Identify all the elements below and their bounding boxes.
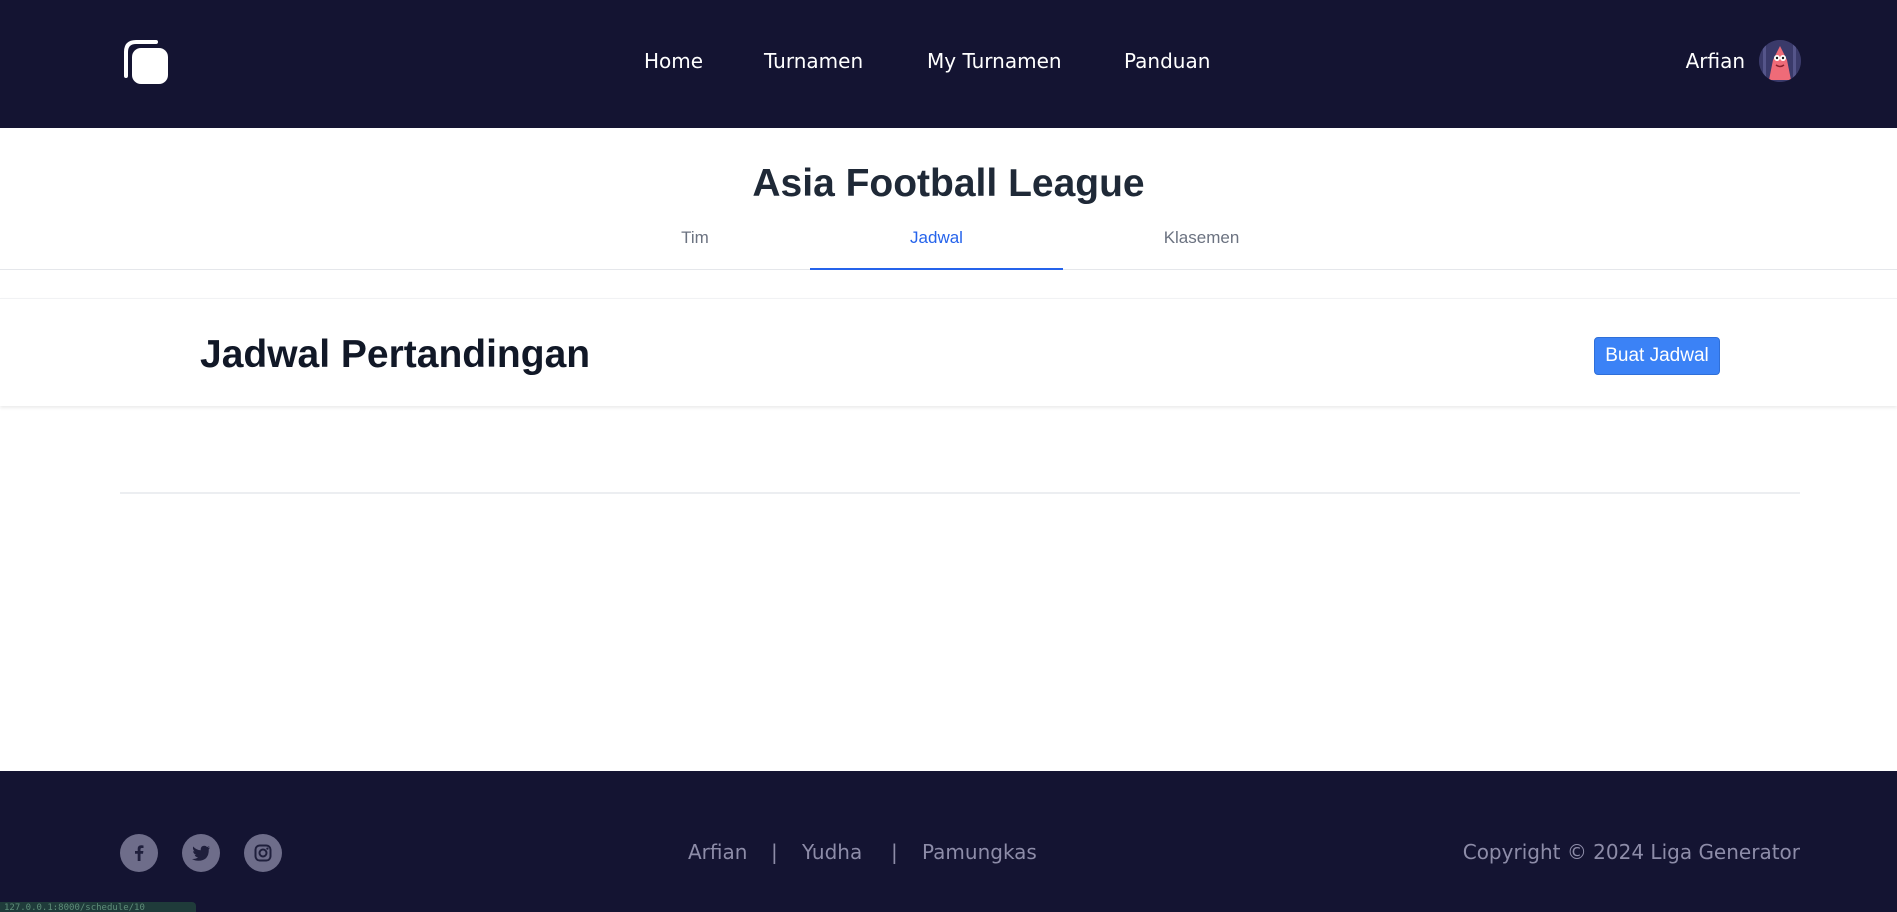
tab-klasemen[interactable]: Klasemen bbox=[1125, 220, 1278, 270]
tournament-tabs: Tim Jadwal Klasemen bbox=[0, 220, 1897, 270]
schedule-heading: Jadwal Pertandingan bbox=[200, 333, 591, 376]
browser-status-bar: 127.0.0.1:8000/schedule/10 bbox=[0, 902, 196, 912]
nav-link-turnamen[interactable]: Turnamen bbox=[764, 48, 863, 74]
footer-link-pamungkas[interactable]: Pamungkas bbox=[922, 839, 1037, 865]
tournament-title: Asia Football League bbox=[752, 162, 1145, 205]
footer-link-yudha[interactable]: Yudha bbox=[802, 839, 862, 865]
footer-link-arfian[interactable]: Arfian bbox=[688, 839, 747, 865]
nav-link-my-turnamen[interactable]: My Turnamen bbox=[927, 48, 1062, 74]
footer: Arfian | Yudha | Pamungkas Copyright © 2… bbox=[0, 771, 1897, 912]
main-nav: Home Turnamen My Turnamen Panduan bbox=[0, 0, 1897, 128]
twitter-icon[interactable] bbox=[182, 834, 220, 872]
footer-separator: | bbox=[771, 840, 778, 864]
nav-link-panduan[interactable]: Panduan bbox=[1124, 48, 1210, 74]
footer-separator: | bbox=[891, 840, 898, 864]
schedule-header: Jadwal Pertandingan Buat Jadwal bbox=[0, 298, 1897, 406]
tab-jadwal[interactable]: Jadwal bbox=[810, 220, 1063, 270]
copyright-text: Copyright © 2024 Liga Generator bbox=[1462, 840, 1800, 864]
tab-tim[interactable]: Tim bbox=[630, 220, 760, 270]
user-name[interactable]: Arfian bbox=[1686, 48, 1745, 74]
user-avatar[interactable] bbox=[1759, 40, 1801, 82]
facebook-icon[interactable] bbox=[120, 834, 158, 872]
create-schedule-button[interactable]: Buat Jadwal bbox=[1594, 337, 1720, 375]
instagram-icon[interactable] bbox=[244, 834, 282, 872]
content-divider bbox=[120, 492, 1800, 494]
top-navbar: Home Turnamen My Turnamen Panduan Arfian bbox=[0, 0, 1897, 128]
nav-link-home[interactable]: Home bbox=[644, 48, 703, 74]
